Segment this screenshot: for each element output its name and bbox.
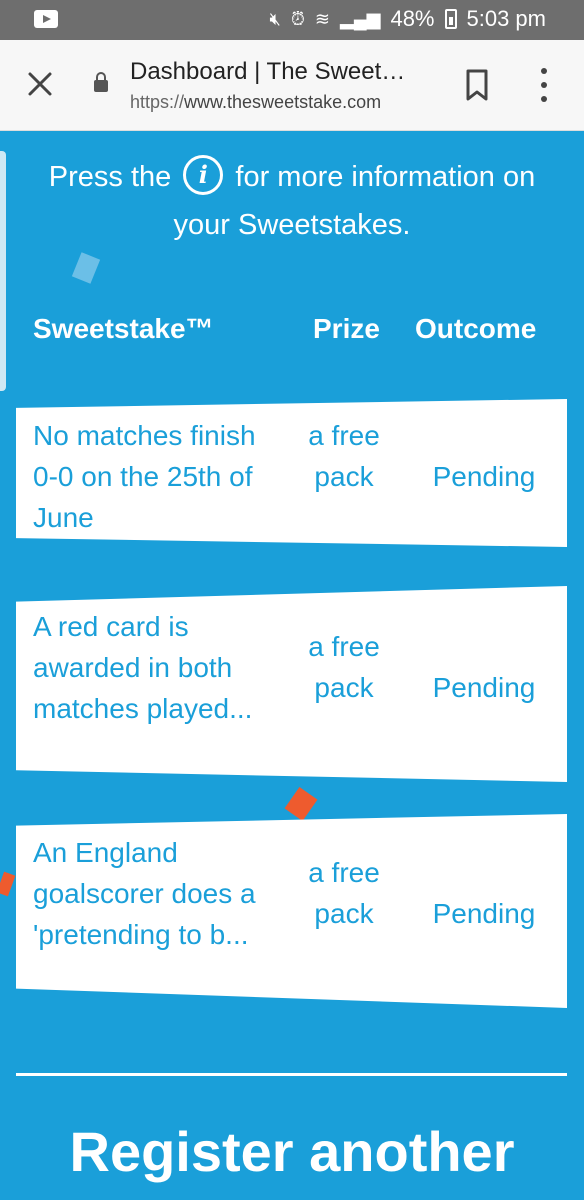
prize-value: a free pack [308, 857, 380, 929]
confetti-piece [0, 871, 16, 897]
sweetstake-name: No matches finish 0-0 on the 25th of Jun… [33, 420, 256, 533]
menu-dot-icon [541, 82, 547, 88]
url-scheme: https:// [130, 92, 185, 112]
sweetstake-name: An England goalscorer does a 'pretending… [33, 837, 256, 950]
register-heading: Register another [69, 1120, 515, 1183]
status-bar: 🔇︎ ⏰︎ ≋ ▂▄▆ 48% 5:03 pm [0, 0, 584, 40]
info-text-after: for more information on your Sweetstakes… [173, 161, 536, 241]
battery-percent: 48% [390, 6, 435, 31]
signal-icon: ▂▄▆ [340, 9, 381, 29]
status-icons: 🔇︎ ⏰︎ ≋ ▂▄▆ 48% 5:03 pm [270, 6, 546, 32]
table-row[interactable]: No matches finish 0-0 on the 25th of Jun… [16, 399, 567, 547]
youtube-icon [34, 10, 58, 28]
overflow-menu-button[interactable] [532, 68, 556, 102]
outcome-status: Pending [432, 461, 536, 492]
url-host: www.thesweetstake.com [184, 92, 382, 112]
browser-toolbar: Dashboard | The Sweet… https://www.thesw… [0, 40, 584, 131]
confetti-piece [71, 252, 101, 284]
close-tab-button[interactable] [22, 66, 58, 102]
info-message: Press the i for more information on your… [20, 153, 564, 249]
close-icon [28, 72, 52, 96]
page-title[interactable]: Dashboard | The Sweet… [130, 58, 405, 86]
clock: 5:03 pm [466, 6, 547, 31]
outcome-status: Pending [432, 898, 536, 929]
bookmark-button[interactable] [462, 68, 492, 102]
prize-value: a free pack [308, 420, 380, 492]
outcome-status: Pending [432, 672, 536, 703]
confetti-piece [284, 787, 318, 821]
info-icon[interactable]: i [183, 155, 224, 196]
wifi-icon: ≋ [314, 9, 330, 29]
sweetstake-name: A red card is awarded in both matches pl… [33, 611, 253, 724]
prize-value: a free pack [308, 631, 380, 703]
bookmark-icon [466, 69, 488, 101]
info-text-before: Press the [48, 161, 172, 193]
table-row[interactable]: An England goalscorer does a 'pretending… [16, 814, 567, 1008]
section-divider [16, 1073, 567, 1076]
header-outcome: Outcome [415, 313, 537, 344]
page-url[interactable]: https://www.thesweetstake.com [130, 92, 381, 113]
battery-icon [444, 9, 457, 29]
menu-dot-icon [541, 96, 547, 102]
header-prize: Prize [313, 313, 380, 344]
header-sweetstake: Sweetstake™ [33, 313, 214, 344]
alarm-icon: ⏰︎ [290, 9, 305, 29]
menu-dot-icon [541, 68, 547, 74]
mute-icon: 🔇︎ [269, 9, 281, 29]
page-content: Press the i for more information on your… [0, 131, 584, 1200]
scrollbar[interactable] [0, 151, 6, 391]
table-row[interactable]: A red card is awarded in both matches pl… [16, 586, 567, 782]
lock-icon [94, 72, 108, 92]
